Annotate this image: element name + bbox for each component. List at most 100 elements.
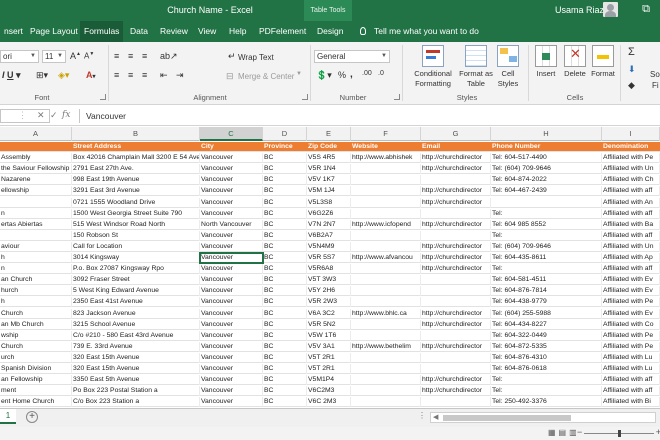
borders-icon[interactable]: ⊞▾	[36, 70, 48, 81]
table-cell[interactable]: Tel: 604-876-7814	[491, 286, 602, 297]
table-cell[interactable]: BC	[263, 164, 307, 175]
middle-align-icon[interactable]: ≡	[128, 51, 133, 61]
sort-filter-button[interactable]: So	[650, 70, 660, 79]
table-cell[interactable]: Affiliated with Bi	[602, 397, 660, 408]
tab-data[interactable]: Data	[126, 21, 152, 42]
table-cell[interactable]: V5R6A8	[307, 264, 351, 275]
table-cell[interactable]: Tel:	[491, 375, 602, 386]
table-cell[interactable]: 2350 East 41st Avenue	[72, 297, 200, 308]
currency-icon[interactable]: 💲▾	[316, 70, 332, 81]
table-cell[interactable]: BC	[263, 319, 307, 330]
table-cell[interactable]: Tel: 604 985 8552	[491, 219, 602, 230]
format-cells-button[interactable]: Format	[589, 45, 617, 79]
table-cell[interactable]: Vancouver	[200, 297, 263, 308]
table-cell[interactable]: Vancouver	[200, 275, 263, 286]
table-cell[interactable]: http://churchdirector	[421, 186, 491, 197]
table-cell[interactable]: V5T 3W3	[307, 275, 351, 286]
table-cell[interactable]: 3014 Kingsway	[72, 253, 200, 263]
table-cell[interactable]: Affiliated with Ap	[602, 253, 660, 263]
table-cell[interactable]: 3215 School Avenue	[72, 319, 200, 330]
table-cell[interactable]: http://churchdirector	[421, 197, 491, 208]
table-cell[interactable]	[421, 364, 491, 374]
table-cell[interactable]: Tel: (604) 709-9646	[491, 164, 602, 175]
table-cell[interactable]: V5R 5S7	[307, 253, 351, 263]
table-cell[interactable]: Vancouver	[200, 208, 263, 219]
table-cell[interactable]: BC	[263, 253, 307, 263]
table-cell[interactable]: Tel: 604-872-5335	[491, 341, 602, 352]
table-cell[interactable]: Tel:	[491, 208, 602, 219]
table-cell[interactable]: Tel: 250-492-3376	[491, 397, 602, 408]
table-cell[interactable]	[0, 197, 72, 208]
table-cell[interactable]: Vancouver	[200, 197, 263, 208]
comma-style-icon[interactable]: ,	[350, 69, 353, 80]
table-cell[interactable]: Affiliated with Pe	[602, 297, 660, 308]
table-cell[interactable]: Tel: 604-876-0618	[491, 364, 602, 374]
table-cell[interactable]	[491, 197, 602, 208]
table-cell[interactable]: Vancouver	[200, 397, 263, 408]
table-cell[interactable]: Po Box 223 Postal Station a	[72, 386, 200, 397]
table-cell[interactable]: Tel: 604-467-2439	[491, 186, 602, 197]
merge-icon[interactable]: ⊟	[226, 71, 234, 82]
table-cell[interactable]: Affiliated with Ev	[602, 286, 660, 297]
conditional-formatting-button[interactable]: Conditional Formatting	[408, 45, 458, 89]
table-header-cell[interactable]	[0, 142, 72, 152]
table-cell[interactable]: Vancouver	[200, 386, 263, 397]
table-cell[interactable]: Affiliated with Pe	[602, 341, 660, 352]
table-header-cell[interactable]: Email	[421, 142, 491, 152]
table-cell[interactable]: V6C2M3	[307, 386, 351, 397]
table-cell[interactable]	[351, 397, 421, 408]
autosum-icon[interactable]: Σ	[628, 46, 635, 58]
table-cell[interactable]: BC	[263, 397, 307, 408]
table-cell[interactable]: BC	[263, 375, 307, 386]
column-header[interactable]: G	[421, 127, 491, 141]
table-cell[interactable]: Affiliated with Co	[602, 319, 660, 330]
table-cell[interactable]	[421, 297, 491, 308]
table-cell[interactable]: Affiliated with Ba	[602, 219, 660, 230]
shrink-font-icon[interactable]: A▼	[84, 51, 94, 61]
tab-formulas[interactable]: Formulas	[80, 21, 124, 42]
table-cell[interactable]: Tel:	[491, 264, 602, 275]
table-cell[interactable]: Assembly	[0, 153, 72, 164]
tab-split-handle-icon[interactable]: ⋮	[418, 411, 426, 420]
table-cell[interactable]: ment	[0, 386, 72, 397]
table-cell[interactable]: Tel:	[491, 230, 602, 241]
table-cell[interactable]: C/o #210 - 580 East 43rd Avenue	[72, 330, 200, 341]
table-header-cell[interactable]: Denomination	[602, 142, 660, 152]
table-cell[interactable]	[351, 364, 421, 374]
table-cell[interactable]	[351, 286, 421, 297]
table-cell[interactable]: V7N 2N7	[307, 219, 351, 230]
table-cell[interactable]: Tel: 604-876-4310	[491, 352, 602, 363]
table-cell[interactable]: Affiliated with Un	[602, 164, 660, 175]
fill-color-icon[interactable]: ◈▾	[58, 70, 69, 81]
cancel-icon[interactable]: ✕	[37, 110, 45, 121]
table-cell[interactable]: h	[0, 253, 72, 263]
table-cell[interactable]: the Saviour Fellowship	[0, 164, 72, 175]
table-cell[interactable]: an Fellowship	[0, 375, 72, 386]
table-cell[interactable]: P.o. Box 27087 Kingsway Rpo	[72, 264, 200, 275]
number-dialog-launcher-icon[interactable]	[394, 94, 400, 100]
decrease-decimal-icon[interactable]: .0	[378, 70, 384, 77]
table-cell[interactable]: 150 Robson St	[72, 230, 200, 241]
table-header-cell[interactable]: Province	[263, 142, 307, 152]
font-size-select[interactable]: 11 ▼	[42, 50, 66, 63]
table-cell[interactable]: Vancouver	[200, 241, 263, 252]
table-cell[interactable]	[351, 375, 421, 386]
table-cell[interactable]: Tel: 604-322-0449	[491, 330, 602, 341]
table-cell[interactable]: V6C 2M3	[307, 397, 351, 408]
wrap-text-button[interactable]: Wrap Text	[238, 53, 274, 62]
table-cell[interactable]: Vancouver	[200, 319, 263, 330]
delete-cells-button[interactable]: Delete	[561, 45, 589, 79]
table-cell[interactable]: n	[0, 208, 72, 219]
table-cell[interactable]: Affiliated with Pe	[602, 330, 660, 341]
table-cell[interactable]: 1500 West Georgia Street Suite 790	[72, 208, 200, 219]
table-cell[interactable]	[351, 330, 421, 341]
table-cell[interactable]: Vancouver	[200, 330, 263, 341]
table-cell[interactable]: Vancouver	[200, 186, 263, 197]
table-cell[interactable]: 320 East 15th Avenue	[72, 352, 200, 363]
table-cell[interactable]	[421, 352, 491, 363]
table-cell[interactable]: Affiliated with Ev	[602, 308, 660, 319]
table-cell[interactable]: http://churchdirector	[421, 253, 491, 263]
table-cell[interactable]	[421, 397, 491, 408]
table-cell[interactable]: Church	[0, 308, 72, 319]
table-cell[interactable]: V5R 5N2	[307, 319, 351, 330]
